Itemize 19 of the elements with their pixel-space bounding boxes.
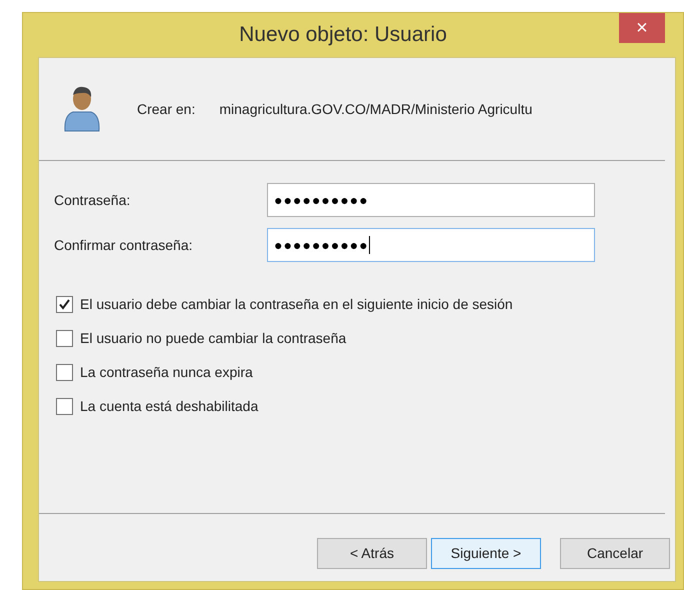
- checkbox-option[interactable]: La cuenta está deshabilitada: [56, 396, 675, 417]
- checkbox[interactable]: [56, 398, 73, 415]
- checkbox-option[interactable]: El usuario debe cambiar la contraseña en el siguiente inicio de sesión: [56, 294, 675, 315]
- wizard-button[interactable]: Cancelar: [560, 538, 670, 569]
- password-field[interactable]: ●●●●●●●●●●: [267, 183, 595, 217]
- window-title: Nuevo objeto: Usuario: [239, 22, 447, 48]
- checkbox-option[interactable]: La contraseña nunca expira: [56, 362, 675, 383]
- checkbox[interactable]: [56, 364, 73, 381]
- field-label: Confirmar contraseña:: [54, 236, 194, 254]
- field-label: Contraseña:: [54, 190, 132, 210]
- wizard-button[interactable]: < Atrás: [317, 538, 427, 569]
- container-path: minagricultura.GOV.CO/MADR/Ministerio Agricultu: [219, 100, 532, 119]
- checkbox[interactable]: [56, 296, 73, 313]
- wizard-button[interactable]: Siguiente >: [431, 538, 541, 569]
- close-button[interactable]: ×: [619, 13, 665, 43]
- password-field[interactable]: ●●●●●●●●●●: [267, 228, 595, 262]
- create-in-label: Crear en:: [137, 100, 196, 118]
- checkbox-option[interactable]: El usuario no puede cambiar la contraseña: [56, 328, 675, 349]
- checkbox[interactable]: [56, 330, 73, 347]
